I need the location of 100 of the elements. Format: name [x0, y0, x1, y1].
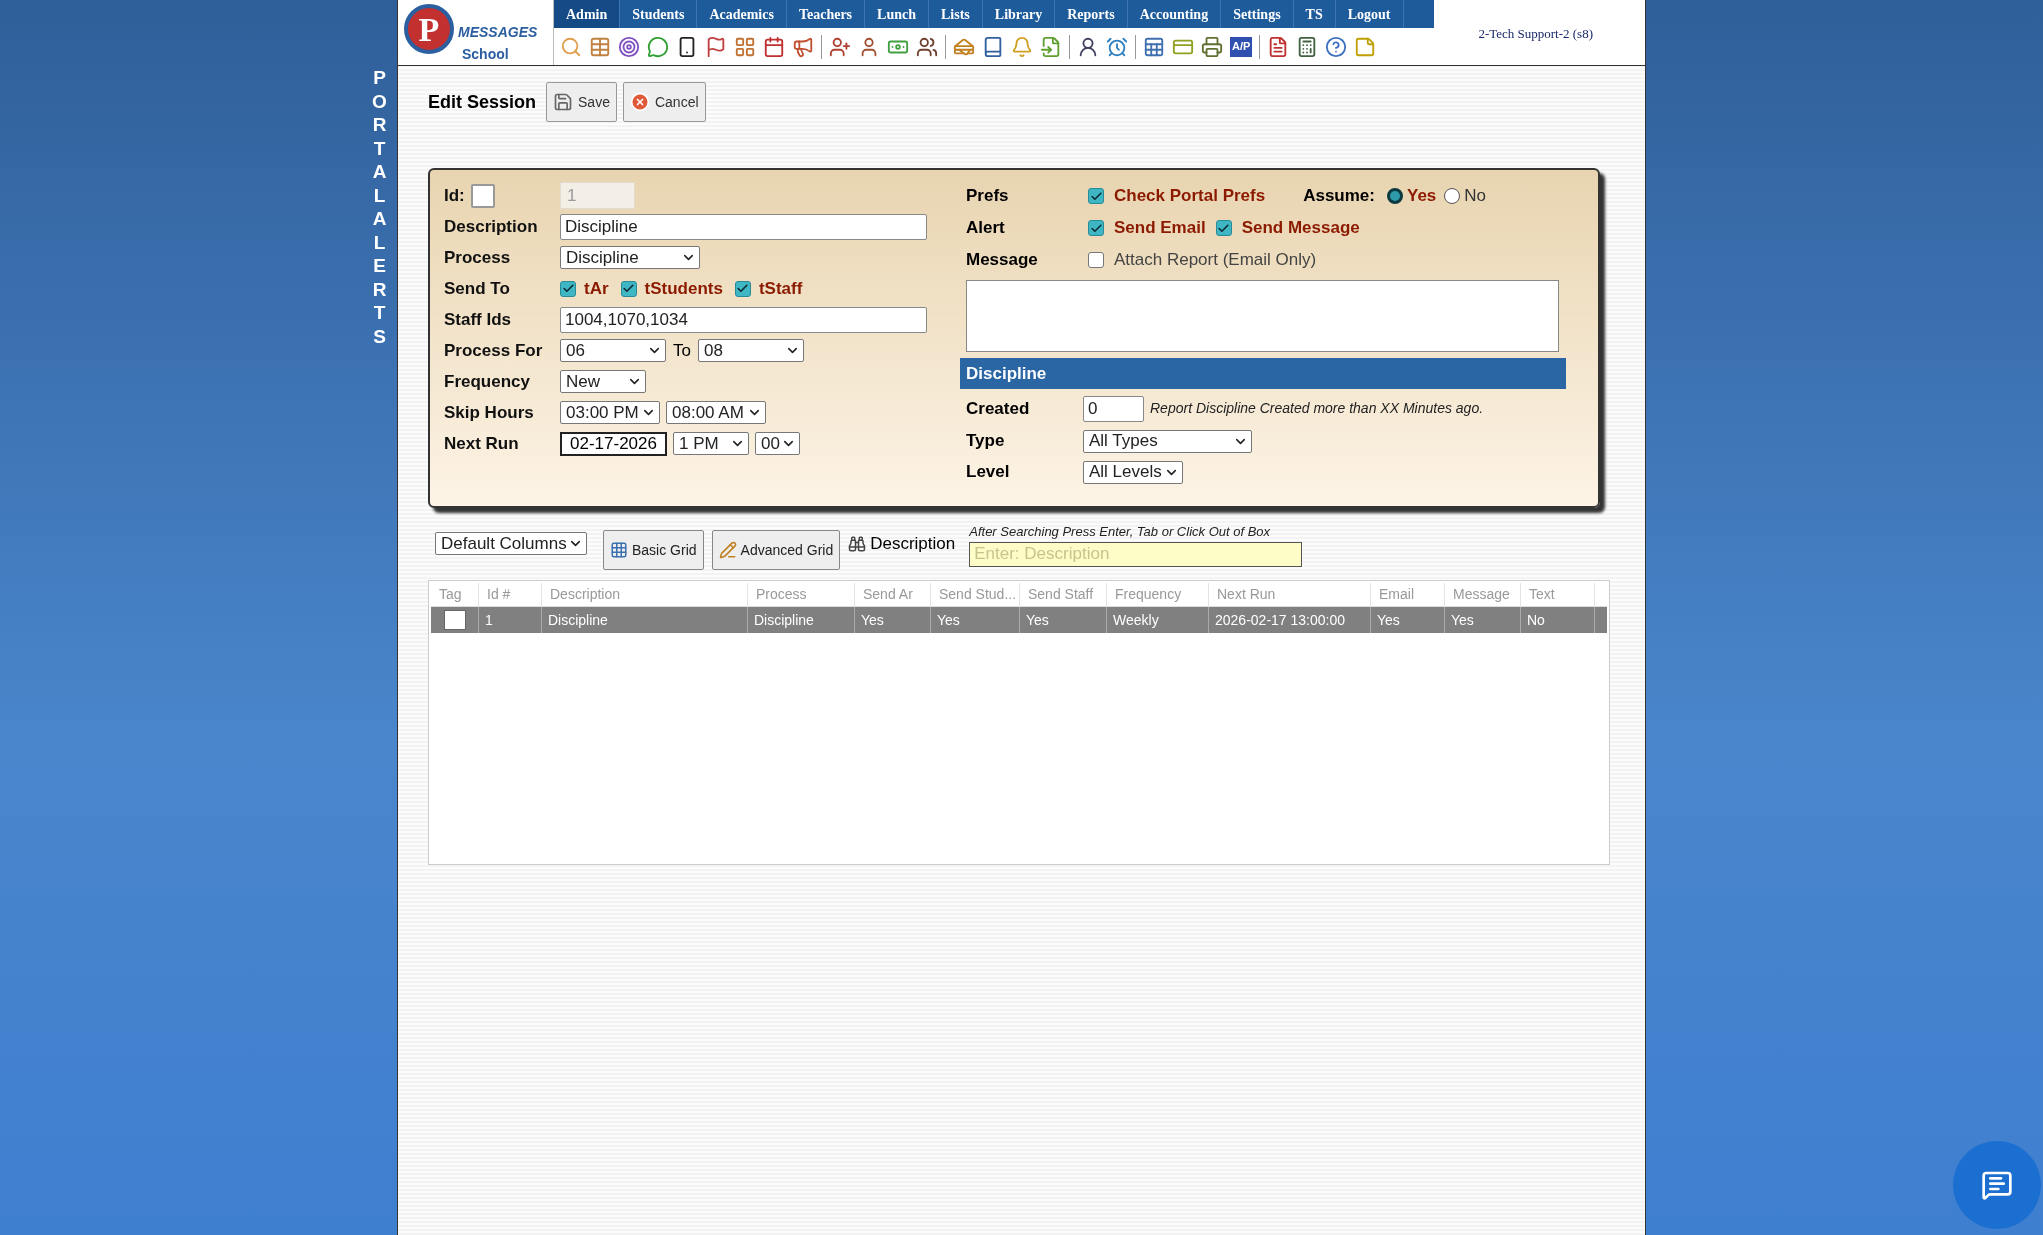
nav-tab[interactable]: Students: [620, 0, 698, 28]
checkbox-label: tAr: [584, 277, 609, 300]
dropdown[interactable]: 06: [560, 339, 666, 362]
dropdown[interactable]: 08: [697, 339, 804, 362]
nav-tab[interactable]: Lists: [929, 0, 983, 28]
users-icon[interactable]: [916, 35, 938, 58]
printer-icon[interactable]: [1201, 35, 1223, 58]
dropdown[interactable]: All Types: [1083, 429, 1252, 453]
alarm-clock-icon[interactable]: [1106, 35, 1128, 58]
search-label: Description: [870, 533, 956, 555]
table-cell: Weekly: [1107, 607, 1209, 633]
table-cell: 1: [479, 607, 542, 633]
chat-icon[interactable]: [647, 35, 669, 58]
field-label: Prefs: [966, 185, 1010, 208]
to-label: To: [673, 339, 691, 362]
nav-tab[interactable]: Admin: [554, 0, 621, 28]
table-cell: Yes: [1020, 607, 1107, 633]
calendar-icon[interactable]: [763, 35, 785, 58]
table-cell: Discipline: [542, 607, 748, 633]
nav-tab[interactable]: Logout: [1335, 0, 1404, 28]
field-label: Next Run: [444, 432, 520, 455]
flag-icon[interactable]: [705, 35, 727, 58]
input-field[interactable]: 1004,1070,1034: [560, 306, 927, 333]
checkbox[interactable]: [620, 280, 637, 297]
chat-icon: [1981, 1169, 2013, 1201]
checkbox[interactable]: [734, 280, 751, 297]
save-button[interactable]: Save: [546, 82, 617, 122]
field-label: Process: [444, 246, 512, 269]
dropdown[interactable]: Discipline: [560, 246, 700, 269]
dropdown[interactable]: 00: [755, 432, 800, 455]
field-label: Created: [966, 397, 1031, 420]
cancel-button[interactable]: Cancel: [622, 82, 706, 122]
nav-tab[interactable]: Settings: [1221, 0, 1294, 28]
dropdown[interactable]: 1 PM: [673, 432, 749, 455]
page-title: Edit Session: [428, 90, 537, 114]
field-label: Staff Ids: [444, 308, 513, 331]
nav-tab[interactable]: Academics: [697, 0, 787, 28]
document-arrow-icon[interactable]: [1040, 35, 1062, 58]
checkbox[interactable]: [1088, 252, 1104, 268]
table-cell: Yes: [931, 607, 1020, 633]
dropdown[interactable]: All Levels: [1083, 460, 1183, 484]
search-hint: After Searching Press Enter, Tab or Click Out of Box: [969, 523, 1272, 541]
close-icon: [629, 92, 650, 112]
assume-label: Assume:: [1303, 185, 1375, 208]
id-checkbox[interactable]: [470, 183, 495, 208]
field-label: Level: [966, 461, 1011, 484]
field-label: Type: [966, 430, 1006, 453]
columns-dropdown[interactable]: Default Columns: [435, 532, 587, 556]
side-title: PORTAL ALERTS: [371, 66, 388, 349]
target-icon[interactable]: [618, 35, 640, 58]
nav-tab[interactable]: TS: [1293, 0, 1336, 28]
grid-icon: [610, 541, 628, 559]
checkbox[interactable]: [1088, 188, 1104, 204]
input-field[interactable]: Discipline: [560, 213, 927, 240]
field-label: Description: [444, 215, 539, 238]
megaphone-icon[interactable]: [792, 35, 814, 58]
logo: P MESSAGES School: [398, 0, 554, 65]
nav-tab[interactable]: Library: [982, 0, 1056, 28]
table-cell: No: [1521, 607, 1595, 633]
nav-tab[interactable]: Reports: [1055, 0, 1128, 28]
checkbox[interactable]: [560, 280, 576, 297]
section-header: Discipline: [960, 358, 1566, 389]
basic-grid-button[interactable]: Basic Grid: [603, 530, 704, 570]
radio-button[interactable]: [1387, 188, 1403, 204]
dropdown[interactable]: New: [560, 370, 646, 393]
id-field: 1: [560, 182, 635, 209]
table-row[interactable]: 1 Discipline Discipline Yes Yes Yes Weekly 2026-02-17 13:00:00 Yes Yes No: [431, 607, 1607, 633]
person-icon[interactable]: [1077, 35, 1099, 58]
user-label: 2-Tech Support-2 (s8): [1478, 25, 1593, 43]
table-icon[interactable]: [589, 35, 611, 58]
date-field[interactable]: 02-17-2026: [560, 431, 667, 456]
checkbox-label: Check Portal Prefs: [1114, 185, 1266, 208]
binoculars-icon: [848, 534, 867, 553]
checkbox-label: Attach Report (Email Only): [1114, 249, 1317, 272]
table-cell: Discipline: [748, 607, 855, 633]
advanced-grid-button[interactable]: Advanced Grid: [711, 530, 841, 570]
sheet-icon[interactable]: [1143, 35, 1165, 58]
checkbox[interactable]: [1088, 220, 1104, 236]
input-field[interactable]: 0: [1083, 395, 1144, 422]
checkbox-label: Send Message: [1241, 217, 1360, 240]
window-icon[interactable]: [734, 35, 756, 58]
ap-toolbar-button[interactable]: A/P: [1230, 36, 1253, 57]
row-checkbox[interactable]: [443, 610, 466, 630]
field-label: Alert: [966, 217, 1006, 240]
user-plus-icon[interactable]: [829, 35, 851, 58]
field-label: Send To: [444, 277, 511, 300]
search-field[interactable]: Enter: Description: [969, 541, 1303, 567]
dropdown[interactable]: 08:00 AM: [666, 401, 766, 424]
help-icon[interactable]: [1325, 35, 1348, 58]
nav-tab[interactable]: Accounting: [1127, 0, 1222, 28]
message-textarea[interactable]: [966, 280, 1559, 352]
book-icon[interactable]: [982, 35, 1004, 58]
checkbox[interactable]: [1215, 220, 1232, 236]
table-cell: Yes: [855, 607, 931, 633]
table-cell: Yes: [1371, 607, 1445, 633]
dropdown[interactable]: 03:00 PM: [560, 401, 660, 424]
field-label: Frequency: [444, 370, 531, 393]
radio-button[interactable]: [1444, 188, 1461, 204]
nav-tab[interactable]: Lunch: [865, 0, 929, 28]
nav-tab[interactable]: Teachers: [786, 0, 866, 28]
